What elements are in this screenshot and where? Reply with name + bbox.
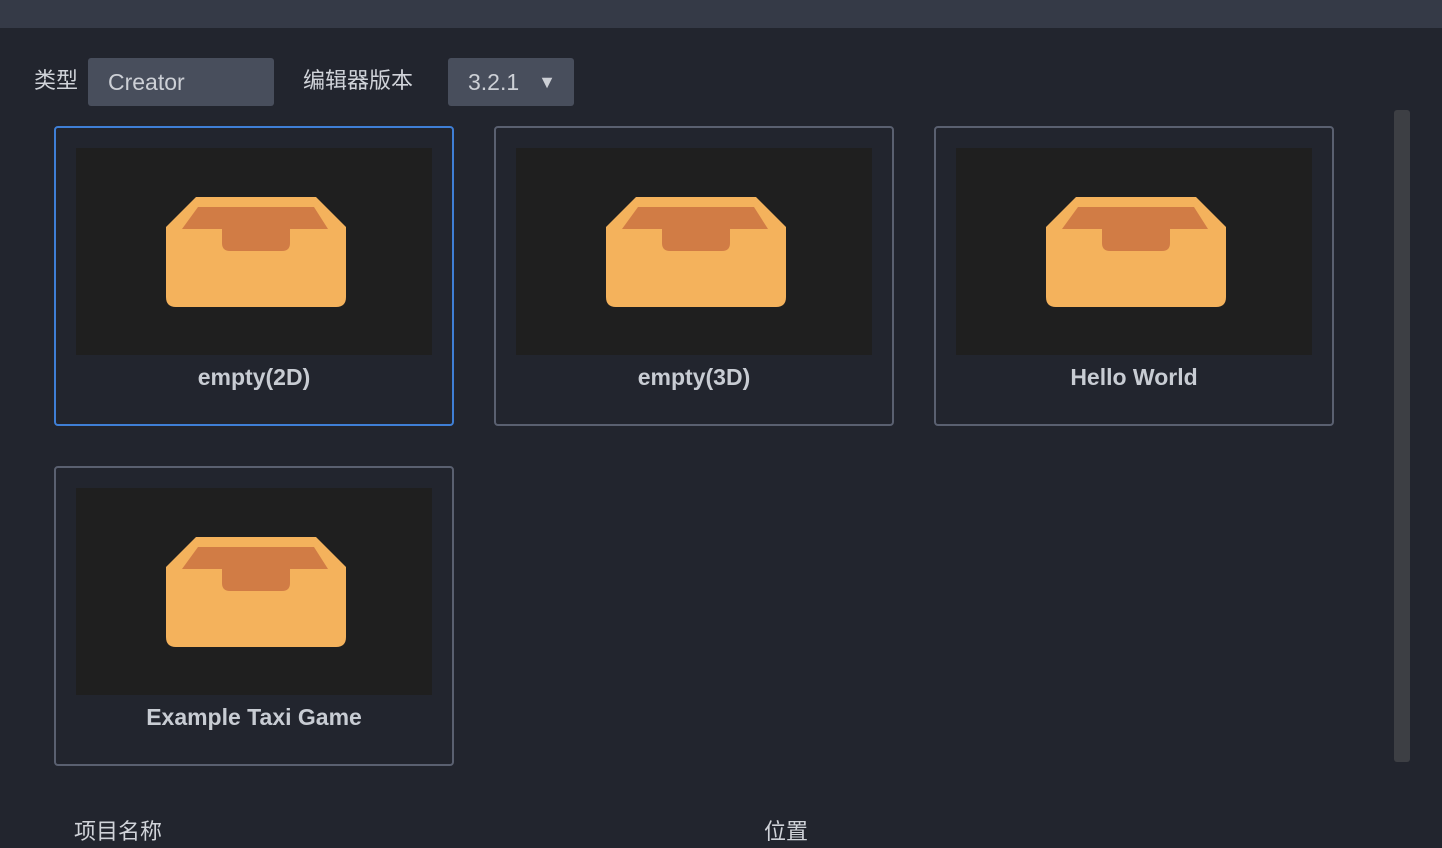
editor-version-value: 3.2.1 xyxy=(468,69,520,95)
box-icon xyxy=(166,537,346,647)
editor-version-select[interactable]: 3.2.1 ▼ xyxy=(448,58,574,106)
template-title: Example Taxi Game xyxy=(146,704,362,730)
template-card-empty-3d[interactable]: empty(3D) xyxy=(494,126,894,426)
template-thumbnail xyxy=(76,488,432,695)
window-titlebar xyxy=(0,0,1442,28)
type-select[interactable]: Creator xyxy=(88,58,274,106)
template-title: empty(2D) xyxy=(197,364,311,390)
chevron-down-icon: ▼ xyxy=(538,72,556,92)
template-title: Hello World xyxy=(1070,364,1198,390)
location-label: 位置 xyxy=(764,820,809,845)
template-thumbnail xyxy=(956,148,1312,355)
template-thumbnail xyxy=(516,148,872,355)
scrollbar[interactable] xyxy=(1394,110,1410,762)
type-label: 类型 xyxy=(34,69,79,94)
box-icon xyxy=(1046,197,1226,307)
box-icon xyxy=(166,197,346,307)
template-card-example-taxi-game[interactable]: Example Taxi Game xyxy=(54,466,454,766)
template-thumbnail xyxy=(76,148,432,355)
template-title: empty(3D) xyxy=(637,364,751,390)
project-name-label: 项目名称 xyxy=(74,820,163,845)
template-card-empty-2d[interactable]: empty(2D) xyxy=(54,126,454,426)
template-card-hello-world[interactable]: Hello World xyxy=(934,126,1334,426)
box-icon xyxy=(606,197,786,307)
editor-version-label: 编辑器版本 xyxy=(303,69,414,94)
filter-row: 类型 Creator 编辑器版本 3.2.1 ▼ xyxy=(0,58,1442,106)
